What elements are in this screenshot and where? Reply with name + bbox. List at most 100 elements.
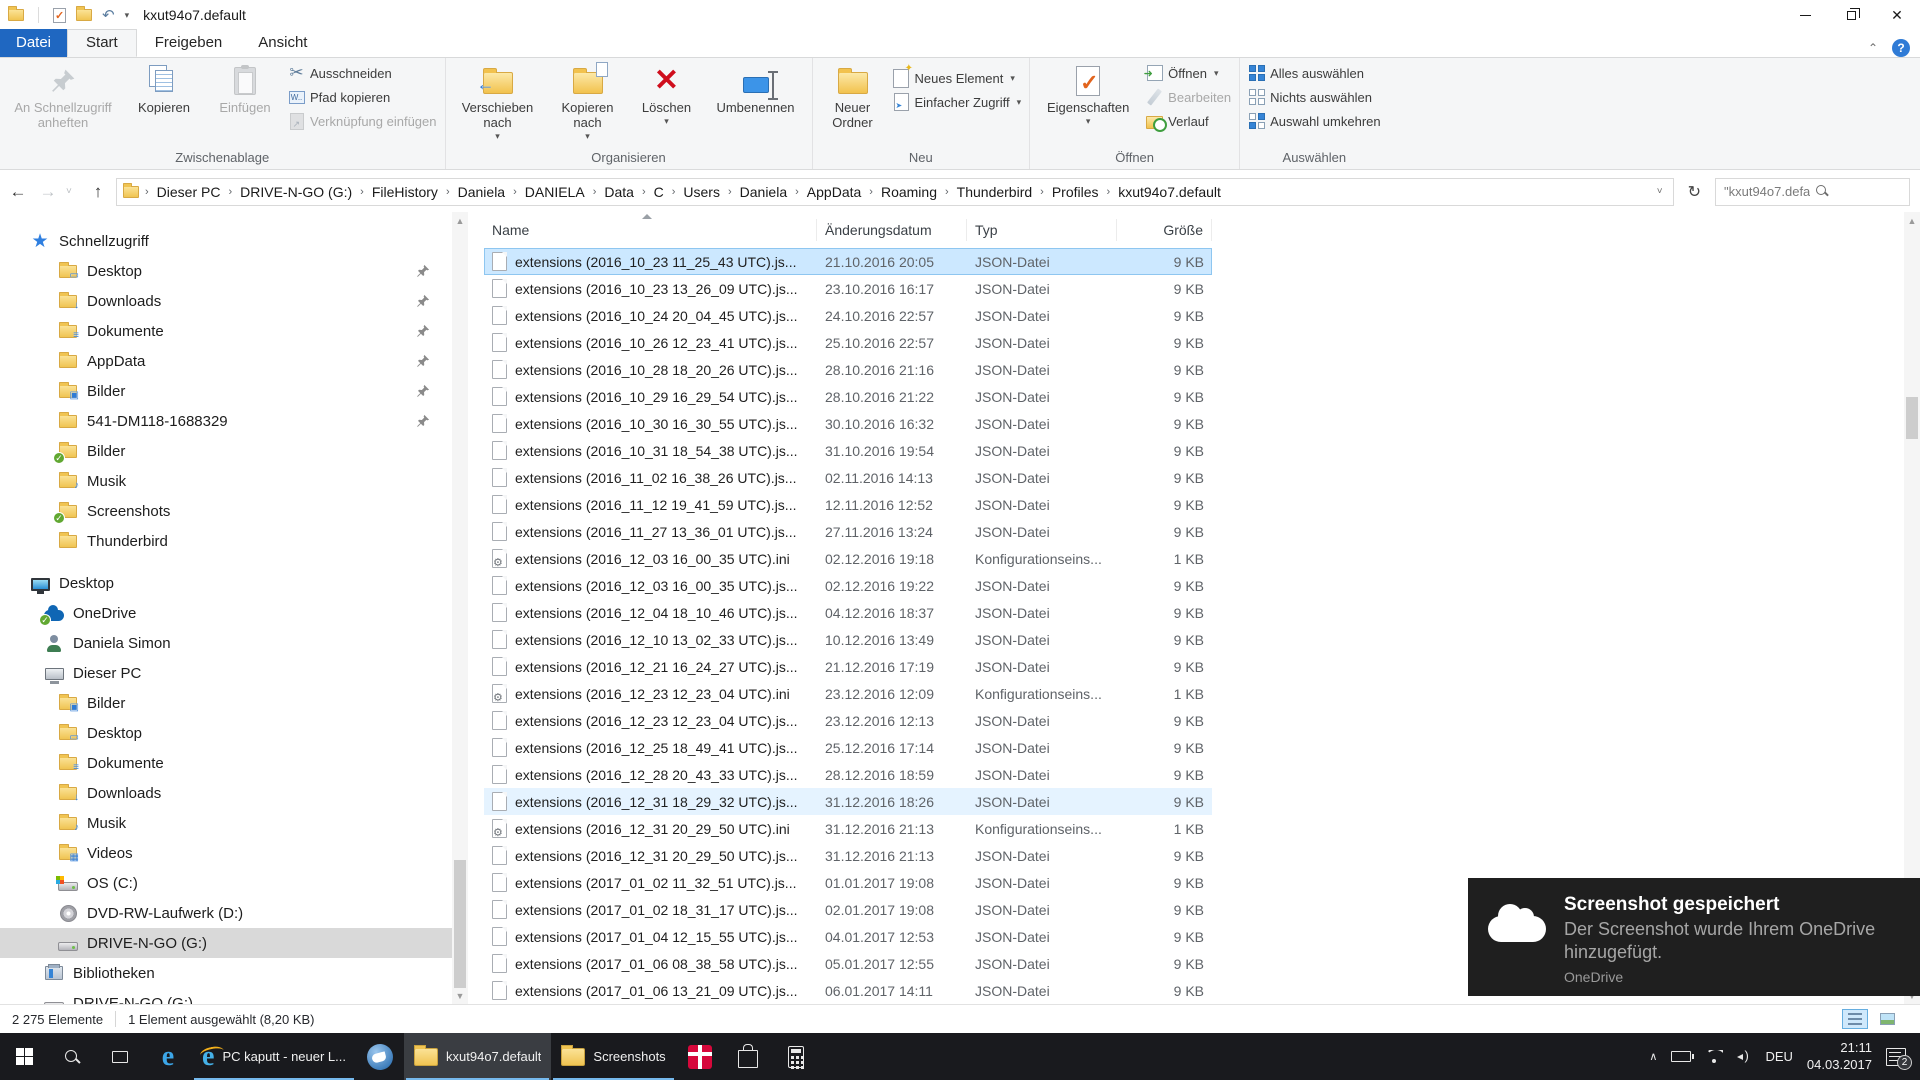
sidebar-item-appdata[interactable]: AppData [0, 346, 452, 376]
help-icon[interactable]: ? [1892, 39, 1910, 57]
table-row[interactable]: extensions (2016_12_28 20_43_33 UTC).js.… [484, 761, 1212, 788]
taskbar-start-button[interactable] [0, 1033, 48, 1080]
thumbnails-view-button[interactable] [1874, 1009, 1900, 1029]
taskbar-taskview-button[interactable] [96, 1033, 144, 1080]
table-row[interactable]: extensions (2016_12_23 12_23_04 UTC).js.… [484, 707, 1212, 734]
select-none-button[interactable]: Nichts auswählen [1248, 87, 1381, 107]
sidebar-item-541-dm118-1688329[interactable]: 541-DM118-1688329 [0, 406, 452, 436]
address-dropdown-icon[interactable]: ˅ [1649, 186, 1671, 197]
breadcrumb-item-data[interactable]: Data [600, 181, 638, 203]
move-to-button[interactable]: ← Verschieben nach ▾ [450, 60, 546, 143]
scroll-up-icon[interactable]: ▲ [1904, 212, 1920, 229]
refresh-icon[interactable]: ↻ [1680, 182, 1709, 202]
sidebar-item-thunderbird[interactable]: Thunderbird [0, 526, 452, 556]
minimize-button[interactable] [1782, 0, 1828, 30]
tray-overflow-icon[interactable]: ∧ [1649, 1050, 1657, 1063]
sidebar-item-dieser-pc[interactable]: Dieser PC [0, 658, 452, 688]
language-indicator[interactable]: DEU [1765, 1049, 1792, 1064]
copy-path-button[interactable]: W.. Pfad kopieren [288, 87, 437, 107]
new-folder-button[interactable]: Neuer Ordner [817, 60, 889, 133]
tab-datei[interactable]: Datei [0, 29, 68, 57]
taskbar-ie-pc-kaputt-neuer-l-button[interactable]: e PC kaputt - neuer L... [192, 1033, 356, 1080]
sidebar-item-bilder[interactable]: ✓ Bilder [0, 436, 452, 466]
taskbar-folder-screenshots-button[interactable]: Screenshots [551, 1033, 675, 1080]
table-row[interactable]: extensions (2016_10_23 13_26_09 UTC).js.… [484, 275, 1212, 302]
easy-access-button[interactable]: Einfacher Zugriff ▾ [893, 92, 1021, 112]
search-input[interactable]: "kxut94o7.default" durchsuchen [1715, 177, 1910, 206]
breadcrumb-item-daniela[interactable]: Daniela [736, 181, 791, 203]
table-row[interactable]: extensions (2016_10_23 11_25_43 UTC).js.… [484, 248, 1212, 275]
sidebar-item-downloads[interactable]: ↓ Downloads [0, 286, 452, 316]
breadcrumb-item-appdata[interactable]: AppData [803, 181, 865, 203]
sidebar-item-schnellzugriff[interactable]: ★ Schnellzugriff [0, 226, 452, 256]
table-row[interactable]: extensions (2016_12_10 13_02_33 UTC).js.… [484, 626, 1212, 653]
sidebar-item-os-c[interactable]: OS (C:) [0, 868, 452, 898]
breadcrumb-item-filehistory[interactable]: FileHistory [368, 181, 442, 203]
breadcrumb-item-c[interactable]: C [650, 181, 668, 203]
scroll-down-icon[interactable]: ▼ [452, 987, 468, 1004]
table-row[interactable]: extensions (2016_12_31 18_29_32 UTC).js.… [484, 788, 1212, 815]
battery-icon[interactable] [1671, 1051, 1695, 1062]
breadcrumb-item-daniela[interactable]: Daniela [454, 181, 509, 203]
column-header-size[interactable]: Größe [1117, 219, 1212, 241]
breadcrumb-item-thunderbird[interactable]: Thunderbird [953, 181, 1037, 203]
table-row[interactable]: extensions (2016_12_04 18_10_46 UTC).js.… [484, 599, 1212, 626]
onedrive-notification[interactable]: Screenshot gespeichert Der Screenshot wu… [1468, 878, 1920, 996]
table-row[interactable]: extensions (2016_11_12 19_41_59 UTC).js.… [484, 491, 1212, 518]
tab-start[interactable]: Start [67, 29, 137, 57]
breadcrumb-item-drive-n-go-g[interactable]: DRIVE-N-GO (G:) [236, 181, 356, 203]
breadcrumb-item-profiles[interactable]: Profiles [1048, 181, 1103, 203]
sidebar-item-desktop[interactable]: Desktop [0, 568, 452, 598]
breadcrumb-item-kxut94o7-default[interactable]: kxut94o7.default [1114, 181, 1225, 203]
delete-button[interactable]: ✕ Löschen ▾ [630, 60, 704, 128]
rename-button[interactable]: Umbenennen [704, 60, 808, 118]
column-header-type[interactable]: Typ [967, 219, 1117, 241]
breadcrumb-item-daniela[interactable]: DANIELA [521, 181, 589, 203]
scroll-up-icon[interactable]: ▲ [452, 212, 468, 229]
table-row[interactable]: extensions (2016_12_03 16_00_35 UTC).js.… [484, 572, 1212, 599]
table-row[interactable]: extensions (2017_01_02 11_32_51 UTC).js.… [484, 869, 1212, 896]
table-row[interactable]: extensions (2017_01_02 18_31_17 UTC).js.… [484, 896, 1212, 923]
copy-button[interactable]: Kopieren [122, 60, 206, 118]
table-row[interactable]: extensions (2016_10_28 18_20_26 UTC).js.… [484, 356, 1212, 383]
table-row[interactable]: extensions (2016_12_25 18_49_41 UTC).js.… [484, 734, 1212, 761]
table-row[interactable]: extensions (2016_10_30 16_30_55 UTC).js.… [484, 410, 1212, 437]
table-row[interactable]: extensions (2017_01_04 12_15_55 UTC).js.… [484, 923, 1212, 950]
table-row[interactable]: extensions (2016_12_03 16_00_35 UTC).ini… [484, 545, 1212, 572]
sidebar-item-downloads[interactable]: ↓ Downloads [0, 778, 452, 808]
sidebar-item-drive-n-go-g[interactable]: DRIVE-N-GO (G:) [0, 988, 452, 1004]
sidebar-scrollbar[interactable]: ▲ ▼ [452, 212, 468, 1004]
clock[interactable]: 21:11 04.03.2017 [1807, 1040, 1872, 1074]
qat-new-folder-icon[interactable] [76, 6, 92, 21]
history-button[interactable]: Verlauf [1146, 111, 1231, 132]
action-center-icon[interactable]: 2 [1886, 1047, 1912, 1070]
sidebar-item-bilder[interactable]: ▣ Bilder [0, 688, 452, 718]
breadcrumb[interactable]: › Dieser PC › DRIVE-N-GO (G:) › FileHistory › D… [116, 177, 1674, 206]
sidebar-item-dokumente[interactable]: ≡ Dokumente [0, 748, 452, 778]
sidebar-item-desktop[interactable]: ▭ Desktop [0, 256, 452, 286]
sidebar-item-onedrive[interactable]: ✓ OneDrive [0, 598, 452, 628]
taskbar-folder-kxut94o7-default-button[interactable]: kxut94o7.default [404, 1033, 552, 1080]
taskbar-calc-button[interactable] [772, 1033, 820, 1080]
table-row[interactable]: extensions (2016_12_23 12_23_04 UTC).ini… [484, 680, 1212, 707]
up-icon[interactable]: ↑ [86, 182, 110, 202]
column-header-name[interactable]: Name [484, 219, 817, 241]
sidebar-item-musik[interactable]: ♪ Musik [0, 466, 452, 496]
breadcrumb-item-users[interactable]: Users [679, 181, 724, 203]
qat-undo-icon[interactable]: ↷ [102, 7, 115, 24]
qat-properties-icon[interactable] [53, 7, 66, 23]
sidebar-item-videos[interactable]: ▦ Videos [0, 838, 452, 868]
select-all-button[interactable]: Alles auswählen [1248, 63, 1381, 83]
table-row[interactable]: extensions (2016_10_26 12_23_41 UTC).js.… [484, 329, 1212, 356]
invert-selection-button[interactable]: Auswahl umkehren [1248, 111, 1381, 131]
collapse-ribbon-icon[interactable]: ⌃ [1868, 41, 1878, 55]
cut-button[interactable]: ✂ Ausschneiden [288, 63, 437, 83]
details-view-button[interactable] [1842, 1009, 1868, 1029]
close-button[interactable]: ✕ [1874, 0, 1920, 30]
taskbar-gift-button[interactable] [676, 1033, 724, 1080]
sidebar-item-dvd-rw-laufwerk-d[interactable]: DVD-RW-Laufwerk (D:) [0, 898, 452, 928]
back-icon[interactable]: ← [6, 182, 30, 202]
copy-to-button[interactable]: Kopieren nach ▾ [546, 60, 630, 143]
sidebar-item-musik[interactable]: ♪ Musik [0, 808, 452, 838]
table-row[interactable]: extensions (2016_11_27 13_36_01 UTC).js.… [484, 518, 1212, 545]
